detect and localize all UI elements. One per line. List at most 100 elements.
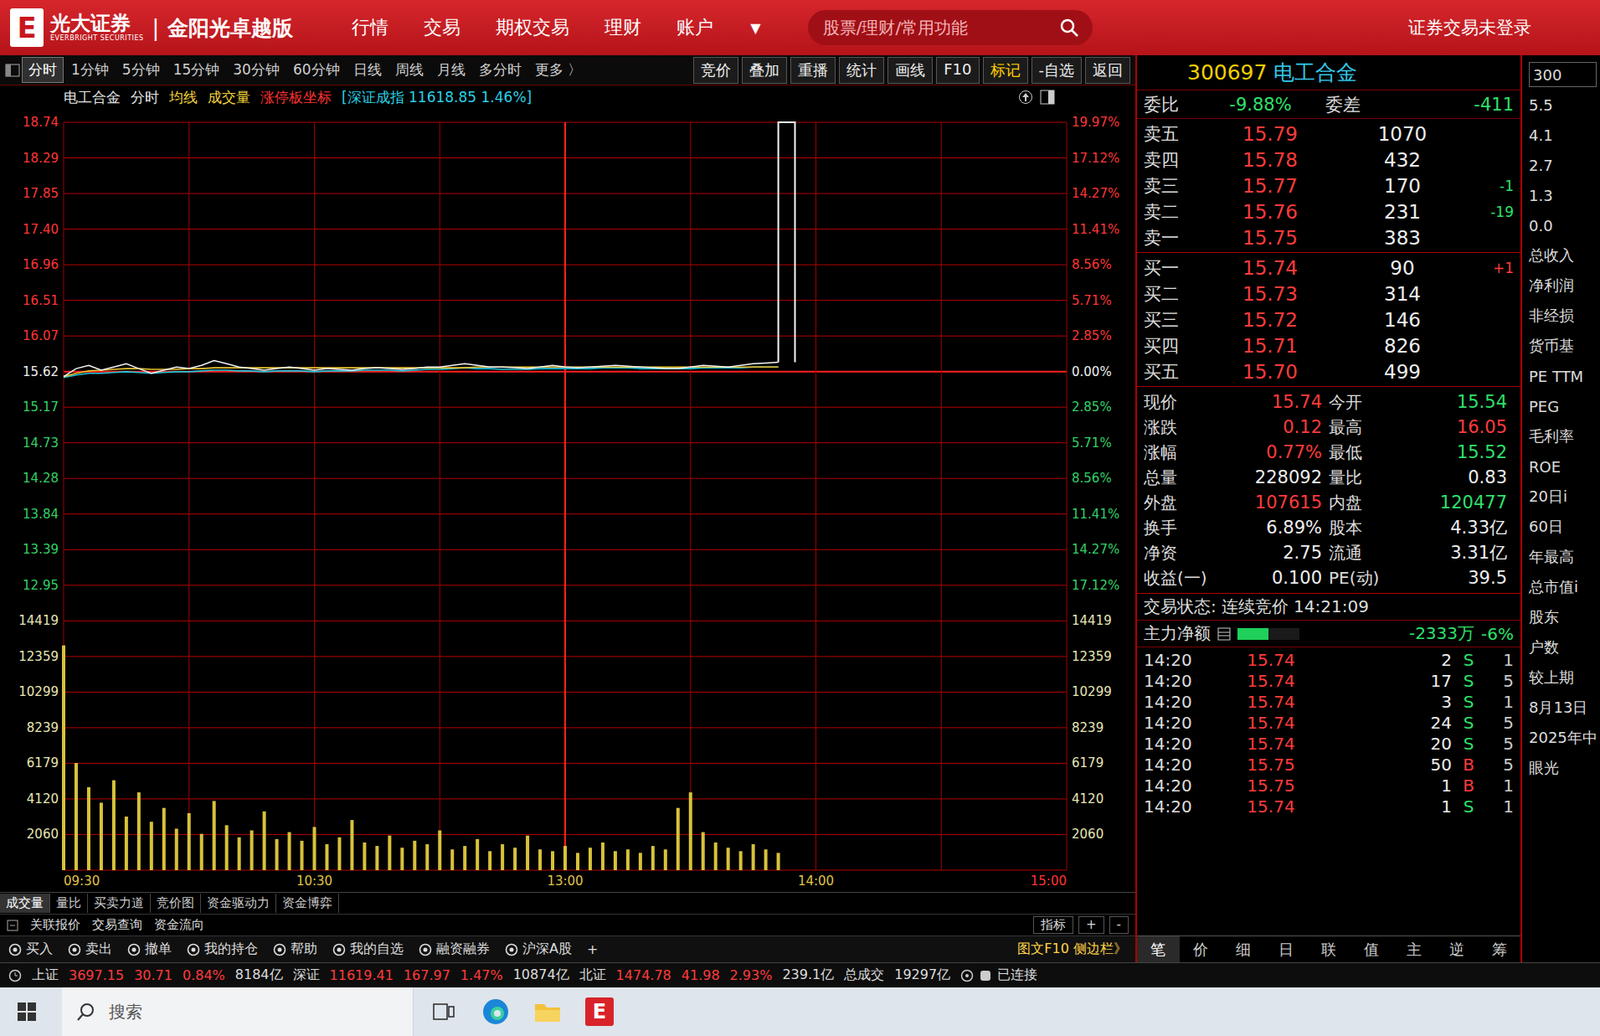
period-tab[interactable]: 5分钟 — [116, 57, 166, 83]
table-icon[interactable] — [1217, 627, 1231, 641]
toolbar-button[interactable]: -自选 — [1031, 56, 1083, 84]
volume-bar — [450, 848, 454, 870]
indicator-tab[interactable]: 资金驱动力 — [200, 893, 277, 913]
quote-tab[interactable]: 值 — [1349, 936, 1393, 963]
stat-value: 228092 — [1197, 465, 1329, 489]
quote-tab[interactable]: 日 — [1265, 936, 1308, 963]
edge-icon — [481, 997, 510, 1026]
menu-dropdown[interactable]: ▼ — [750, 20, 761, 37]
indicator-control[interactable]: + — [1078, 915, 1105, 934]
menu-item[interactable]: 期权交易 — [495, 15, 570, 41]
search-input[interactable] — [821, 16, 1053, 39]
quote-stats: 现价15.74今开15.54涨跌0.12最高16.05涨幅0.77%最低15.5… — [1136, 386, 1521, 594]
trading-app-button[interactable]: E — [577, 989, 622, 1034]
search-icon[interactable] — [1059, 17, 1080, 38]
toolbar-button[interactable]: 标记 — [982, 56, 1029, 84]
action-button[interactable]: 买入 — [8, 940, 53, 958]
indicator-tab[interactable]: 成交量 — [0, 893, 51, 913]
time-tick: 10:30 — [296, 873, 333, 889]
action-button[interactable]: 撤单 — [127, 940, 172, 958]
tick-time: 14:20 — [1143, 712, 1211, 733]
toolbar-button[interactable]: 返回 — [1085, 56, 1131, 84]
grid-line — [941, 122, 942, 870]
level-volume: 146 — [1336, 308, 1469, 331]
index-name: 上证 — [31, 966, 59, 984]
menu-item[interactable]: 账户 — [676, 15, 714, 41]
explorer-button[interactable] — [525, 989, 570, 1034]
quote-tab[interactable]: 主 — [1392, 936, 1436, 963]
toolbar-button[interactable]: 画线 — [887, 56, 933, 84]
order-level: 买二15.73314 — [1136, 280, 1521, 307]
menu-item[interactable]: 交易 — [423, 15, 461, 41]
link-item[interactable]: 关联报价 — [30, 916, 81, 933]
indicator-tab[interactable]: 量比 — [50, 893, 88, 913]
sidebar-item: 净利润 — [1528, 272, 1597, 299]
indicator-tab[interactable]: 资金博弈 — [276, 893, 340, 913]
login-status[interactable]: 证券交易未登录 — [1408, 15, 1532, 40]
volume-bar — [262, 811, 267, 870]
taskbar-search-input[interactable] — [107, 1000, 398, 1023]
quote-tab[interactable]: 价 — [1179, 936, 1223, 963]
action-button[interactable]: 沪深A股 — [504, 940, 572, 958]
period-tab[interactable]: 分时 — [21, 56, 64, 83]
flow-label: 主力净额 — [1143, 622, 1211, 645]
collapse-icon[interactable] — [6, 919, 19, 932]
tick-volume: 20 — [1331, 733, 1452, 754]
pct-tick: 14.27% — [1071, 185, 1120, 201]
indicator-control[interactable]: - — [1109, 915, 1129, 934]
period-tab[interactable]: 周线 — [389, 57, 430, 83]
action-button[interactable]: 我的自选 — [332, 940, 404, 958]
action-label: 沪深A股 — [522, 940, 572, 958]
menu-item[interactable]: 理财 — [604, 15, 642, 41]
link-item[interactable]: 资金流向 — [154, 916, 205, 933]
tick-side: S — [1451, 670, 1486, 691]
period-tab[interactable]: 月线 — [431, 57, 472, 83]
layout-icon[interactable] — [1039, 89, 1055, 105]
volume-bar — [412, 840, 417, 870]
toolbar-button[interactable]: 竞价 — [693, 56, 739, 84]
period-tab[interactable]: 多分时 — [473, 57, 528, 83]
panel-icon[interactable] — [5, 62, 21, 78]
indicator-control[interactable]: 指标 — [1033, 915, 1074, 934]
task-view-button[interactable] — [421, 989, 466, 1034]
add-button[interactable]: + — [586, 941, 598, 957]
start-button[interactable] — [0, 987, 54, 1036]
volume-tick: 12359 — [18, 648, 59, 664]
indicator-tab[interactable]: 竞价图 — [150, 893, 201, 913]
level-label: 卖四 — [1143, 148, 1204, 172]
toolbar-button[interactable]: 重播 — [790, 56, 836, 84]
level-price: 15.73 — [1203, 282, 1337, 305]
quote-tab[interactable]: 联 — [1307, 936, 1351, 963]
menu-item[interactable]: 行情 — [351, 15, 389, 41]
period-tab[interactable]: 15分钟 — [167, 57, 227, 83]
connection: 已连接 — [960, 966, 1038, 984]
upload-icon[interactable] — [1018, 89, 1034, 105]
quote-tab[interactable]: 笔 — [1136, 936, 1180, 963]
toolbar-button[interactable]: 叠加 — [741, 56, 788, 84]
period-tab[interactable]: 30分钟 — [226, 57, 286, 83]
tick-side: S — [1451, 733, 1486, 754]
link-item[interactable]: 交易查询 — [92, 916, 143, 933]
toolbar-button[interactable]: F10 — [936, 56, 979, 84]
edge-button[interactable] — [473, 989, 518, 1034]
action-label: 撤单 — [144, 940, 172, 958]
indicator-tab[interactable]: 买卖力道 — [87, 893, 151, 913]
action-button[interactable]: 卖出 — [67, 940, 113, 958]
action-label: 帮助 — [290, 940, 318, 958]
period-tab[interactable]: 1分钟 — [65, 57, 115, 83]
action-button[interactable]: 帮助 — [272, 940, 318, 958]
action-button[interactable]: 我的持仓 — [186, 940, 258, 958]
toolbar-button[interactable]: 统计 — [838, 56, 885, 84]
action-button[interactable]: 融资融券 — [418, 940, 490, 958]
pct-tick: 2.85% — [1071, 399, 1112, 415]
period-tab[interactable]: 更多 〉 — [529, 57, 588, 83]
volume-tick: 8239 — [26, 720, 59, 736]
period-tab[interactable]: 60分钟 — [287, 57, 346, 83]
order-level: 买一15.7490+1 — [1136, 254, 1521, 281]
windows-icon[interactable] — [16, 1001, 37, 1022]
sidebar-toggle[interactable]: 图文F10 侧边栏》 — [1017, 940, 1127, 958]
quote-tab[interactable]: 筹 — [1477, 936, 1521, 963]
period-tab[interactable]: 日线 — [347, 57, 388, 83]
quote-tab[interactable]: 逆 — [1435, 936, 1478, 963]
quote-tab[interactable]: 细 — [1222, 936, 1266, 963]
